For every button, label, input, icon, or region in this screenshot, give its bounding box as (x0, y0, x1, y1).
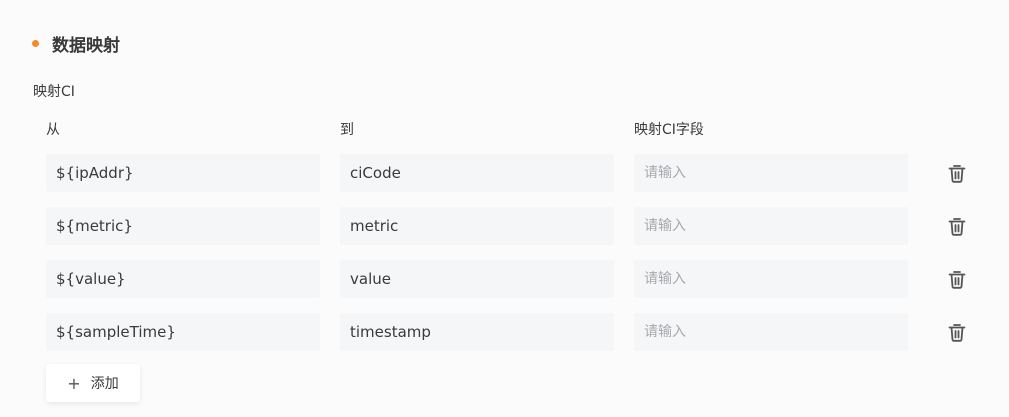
trash-icon[interactable] (946, 268, 968, 290)
mapping-row: ${value} value 请输入 (46, 260, 976, 298)
ci-field-input[interactable]: 请输入 (634, 260, 908, 298)
trash-icon[interactable] (946, 215, 968, 237)
add-button[interactable]: + 添加 (46, 364, 140, 402)
mapping-row: ${sampleTime} timestamp 请输入 (46, 313, 976, 351)
ci-field-input[interactable]: 请输入 (634, 313, 908, 351)
from-input[interactable]: ${ipAddr} (46, 154, 320, 192)
mapping-ci-label: 映射CI (33, 84, 75, 100)
from-input[interactable]: ${metric} (46, 207, 320, 245)
mapping-rows: ${ipAddr} ciCode 请输入 ${metric} metric 请输… (46, 154, 976, 366)
trash-icon[interactable] (946, 162, 968, 184)
mapping-row: ${metric} metric 请输入 (46, 207, 976, 245)
section-header: 数据映射 (32, 30, 120, 56)
column-header-from: 从 (46, 122, 60, 138)
to-input[interactable]: ciCode (340, 154, 614, 192)
to-input[interactable]: value (340, 260, 614, 298)
mapping-row: ${ipAddr} ciCode 请输入 (46, 154, 976, 192)
ci-field-input[interactable]: 请输入 (634, 154, 908, 192)
to-input[interactable]: metric (340, 207, 614, 245)
plus-icon: + (67, 373, 81, 393)
section-title: 数据映射 (52, 35, 120, 56)
from-input[interactable]: ${sampleTime} (46, 313, 320, 351)
ci-field-input[interactable]: 请输入 (634, 207, 908, 245)
column-header-field: 映射CI字段 (634, 122, 704, 138)
to-input[interactable]: timestamp (340, 313, 614, 351)
column-header-to: 到 (340, 122, 354, 138)
section-dot-icon (32, 39, 39, 47)
add-button-label: 添加 (90, 376, 119, 392)
trash-icon[interactable] (946, 321, 968, 343)
from-input[interactable]: ${value} (46, 260, 320, 298)
